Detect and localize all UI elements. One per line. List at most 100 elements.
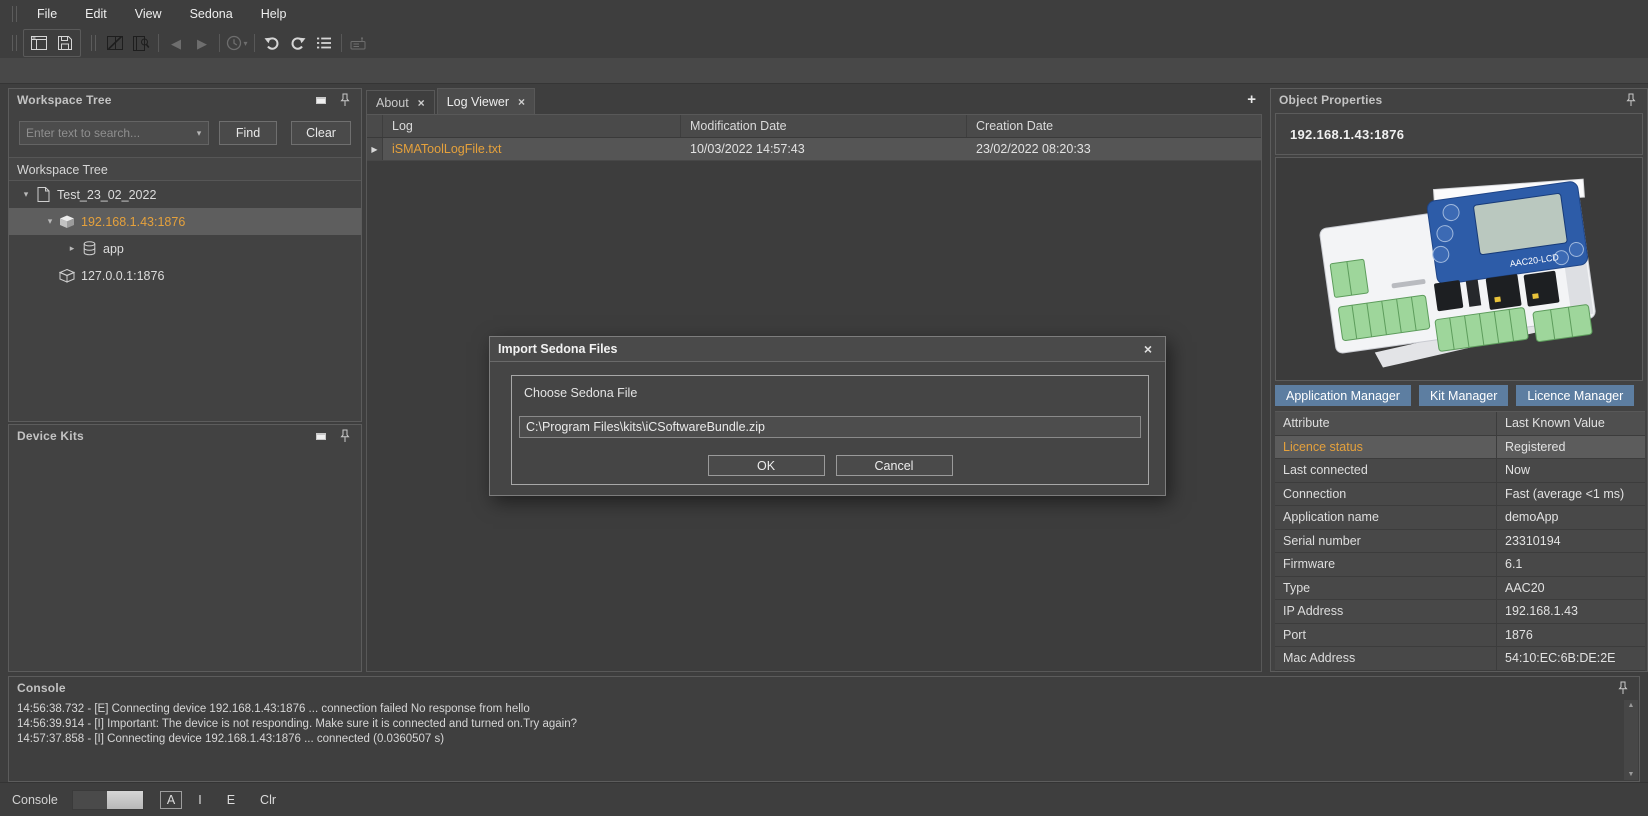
list-icon[interactable] <box>311 31 337 55</box>
device-upload-icon[interactable] <box>346 31 372 55</box>
menu-sedona[interactable]: Sedona <box>176 0 247 28</box>
tab-label: Log Viewer <box>447 95 509 109</box>
attribute-row[interactable]: Type AAC20 <box>1275 577 1645 601</box>
console-log: 14:56:38.732 - [E] Connecting device 192… <box>9 699 1623 781</box>
kit-manager-button[interactable]: Kit Manager <box>1419 385 1508 406</box>
close-icon[interactable]: × <box>518 95 525 109</box>
attributes-table-header: Attribute Last Known Value <box>1275 412 1645 436</box>
forward-icon[interactable]: ▶ <box>189 31 215 55</box>
workspace-tree-title: Workspace Tree <box>17 93 305 107</box>
attr-name: IP Address <box>1275 600 1497 623</box>
column-log[interactable]: Log <box>383 115 681 137</box>
pin-icon[interactable] <box>337 429 353 443</box>
attribute-row[interactable]: IP Address 192.168.1.43 <box>1275 600 1645 624</box>
clear-console-button[interactable]: Clr <box>254 792 282 808</box>
attr-name: Licence status <box>1275 436 1497 459</box>
device-kits-header: Device Kits <box>9 425 361 447</box>
dialog-buttons: OK Cancel <box>512 455 1148 476</box>
new-window-icon[interactable] <box>26 31 52 55</box>
attribute-row[interactable]: Serial number 23310194 <box>1275 530 1645 554</box>
expander-icon[interactable]: ▾ <box>43 216 57 227</box>
attribute-row[interactable]: Connection Fast (average <1 ms) <box>1275 483 1645 507</box>
pin-icon[interactable] <box>1623 93 1639 107</box>
pin-icon[interactable] <box>1615 681 1631 695</box>
attribute-row[interactable]: Licence status Registered <box>1275 436 1645 460</box>
attr-value: 23310194 <box>1497 530 1645 553</box>
console-scrollbar[interactable]: ▲ ▼ <box>1624 700 1638 780</box>
search-dropdown-icon[interactable]: ▾ <box>190 128 208 139</box>
tree-section-label: Workspace Tree <box>9 157 361 181</box>
undo-icon[interactable] <box>259 31 285 55</box>
attr-name: Type <box>1275 577 1497 600</box>
close-icon[interactable]: × <box>418 96 425 110</box>
ok-button[interactable]: OK <box>708 455 825 476</box>
back-icon[interactable]: ◀ <box>163 31 189 55</box>
menu-file[interactable]: File <box>23 0 71 28</box>
expander-icon[interactable]: ▸ <box>65 243 79 254</box>
find-button[interactable]: Find <box>219 121 277 145</box>
filter-error-button[interactable]: E <box>221 792 241 808</box>
tree-node-app[interactable]: ▸ app <box>9 235 361 262</box>
dialog-titlebar[interactable]: Import Sedona Files × <box>490 337 1165 362</box>
save-workspace-icon[interactable] <box>52 31 78 55</box>
object-properties-header: Object Properties <box>1271 89 1647 111</box>
toggle-handle[interactable] <box>107 791 143 809</box>
attr-value: AAC20 <box>1497 577 1645 600</box>
toolbar-grip-1[interactable] <box>12 35 17 51</box>
column-last-known-value: Last Known Value <box>1497 412 1645 435</box>
log-viewer-icon[interactable] <box>128 31 154 55</box>
cancel-button[interactable]: Cancel <box>836 455 953 476</box>
search-input[interactable] <box>20 126 190 140</box>
application-manager-button[interactable]: Application Manager <box>1275 385 1411 406</box>
redo-icon[interactable] <box>285 31 311 55</box>
close-icon[interactable]: × <box>1139 341 1157 357</box>
minimize-icon[interactable] <box>313 93 329 107</box>
column-attribute: Attribute <box>1275 412 1497 435</box>
device-illustration: AAC20-LCD <box>1294 162 1624 376</box>
attribute-row[interactable]: Application name demoApp <box>1275 506 1645 530</box>
console-toggle[interactable] <box>72 790 144 810</box>
scroll-down-icon[interactable]: ▼ <box>1628 771 1635 778</box>
device-kits-title: Device Kits <box>17 429 305 443</box>
toolbar-grip-2[interactable] <box>91 35 96 51</box>
console-panel: Console 14:56:38.732 - [E] Connecting de… <box>8 676 1640 782</box>
tab-about[interactable]: About × <box>366 90 435 114</box>
column-creation-date[interactable]: Creation Date <box>967 115 1261 137</box>
file-path-input[interactable] <box>519 416 1141 438</box>
row-arrow-icon: ▶ <box>367 138 383 160</box>
clear-button[interactable]: Clear <box>291 121 351 145</box>
log-created: 23/02/2022 08:20:33 <box>967 138 1261 160</box>
attribute-row[interactable]: Firmware 6.1 <box>1275 553 1645 577</box>
tree-node-workspace[interactable]: ▾ Test_23_02_2022 <box>9 181 361 208</box>
console-toolbar: Console A I E Clr <box>0 782 1648 816</box>
menu-edit[interactable]: Edit <box>71 0 121 28</box>
device-kits-panel: Device Kits <box>8 424 362 672</box>
filter-info-button[interactable]: I <box>192 792 207 808</box>
expander-icon[interactable]: ▾ <box>19 189 33 200</box>
table-row[interactable]: ▶ iSMAToolLogFile.txt 10/03/2022 14:57:4… <box>367 138 1261 161</box>
add-tab-icon[interactable]: + <box>1247 91 1256 108</box>
scroll-up-icon[interactable]: ▲ <box>1628 702 1635 709</box>
tab-log-viewer[interactable]: Log Viewer × <box>437 88 535 114</box>
attribute-row[interactable]: Mac Address 54:10:EC:6B:DE:2E <box>1275 647 1645 671</box>
tree-node-device-local[interactable]: 127.0.0.1:1876 <box>9 262 361 289</box>
pin-icon[interactable] <box>337 93 353 107</box>
filter-all-button[interactable]: A <box>160 791 182 809</box>
column-modification-date[interactable]: Modification Date <box>681 115 967 137</box>
log-table-header: Log Modification Date Creation Date <box>367 115 1261 138</box>
history-icon[interactable]: ▾ <box>224 31 250 55</box>
attr-value: Registered <box>1497 436 1645 459</box>
menu-help[interactable]: Help <box>247 0 301 28</box>
tree-node-device-connected[interactable]: ▾ 192.168.1.43:1876 <box>9 208 361 235</box>
menubar-grip[interactable] <box>12 6 17 22</box>
licence-manager-button[interactable]: Licence Manager <box>1516 385 1634 406</box>
menu-view[interactable]: View <box>121 0 176 28</box>
choose-file-group: Choose Sedona File OK Cancel <box>511 375 1149 485</box>
dialog-title: Import Sedona Files <box>498 342 1139 356</box>
attr-value: 192.168.1.43 <box>1497 600 1645 623</box>
attribute-row[interactable]: Port 1876 <box>1275 624 1645 648</box>
close-workspace-icon[interactable] <box>102 31 128 55</box>
attr-value: 6.1 <box>1497 553 1645 576</box>
attribute-row[interactable]: Last connected Now <box>1275 459 1645 483</box>
minimize-icon[interactable] <box>313 429 329 443</box>
